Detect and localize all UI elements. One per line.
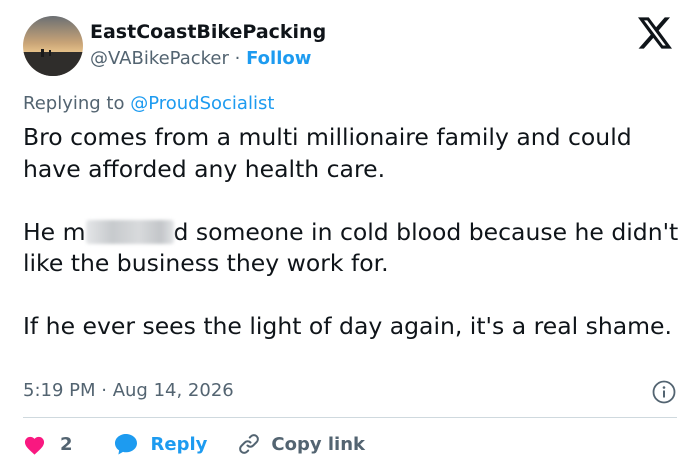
- tweet-body: Bro comes from a multi millionaire famil…: [23, 122, 683, 343]
- reply-label: Reply: [150, 433, 208, 455]
- copy-link-button[interactable]: Copy link: [237, 432, 365, 456]
- avatar[interactable]: [23, 16, 83, 76]
- timestamp[interactable]: 5:19 PM · Aug 14, 2026: [23, 380, 234, 401]
- reply-context: Replying to @ProudSocialist: [23, 93, 274, 114]
- follow-button[interactable]: Follow: [246, 48, 311, 69]
- author-handle[interactable]: @VABikePacker: [90, 48, 229, 69]
- heart-icon: [24, 436, 45, 455]
- link-icon: [239, 434, 260, 454]
- like-count: 2: [60, 433, 73, 455]
- divider: [23, 417, 677, 418]
- like-button[interactable]: 2: [23, 434, 73, 455]
- body-paragraph: If he ever sees the light of day again, …: [23, 312, 672, 340]
- tweet-card: EastCoastBikePacking @VABikePacker · Fol…: [0, 0, 700, 471]
- author-handle-line: @VABikePacker · Follow: [90, 48, 311, 69]
- timestamp-date: Aug 14, 2026: [112, 380, 234, 401]
- reply-mention[interactable]: @ProudSocialist: [130, 93, 274, 114]
- author-display-name[interactable]: EastCoastBikePacking: [90, 21, 326, 43]
- info-icon[interactable]: [652, 380, 676, 404]
- x-logo-icon[interactable]: [638, 17, 672, 49]
- body-paragraph-start: He m: [23, 217, 86, 246]
- handle-separator: ·: [228, 48, 247, 69]
- body-paragraph: He md someone in cold blood because he d…: [23, 217, 683, 280]
- reply-prefix: Replying to: [23, 93, 131, 114]
- censored-word: [85, 219, 174, 244]
- timestamp-time: 5:19 PM: [23, 380, 96, 401]
- action-bar: 2 Reply Copy link: [23, 428, 365, 460]
- copy-link-label: Copy link: [271, 433, 365, 455]
- timestamp-separator: ·: [95, 380, 113, 401]
- reply-button[interactable]: Reply: [113, 432, 208, 456]
- speech-bubble-icon: [114, 434, 137, 455]
- body-paragraph: Bro comes from a multi millionaire famil…: [23, 123, 632, 183]
